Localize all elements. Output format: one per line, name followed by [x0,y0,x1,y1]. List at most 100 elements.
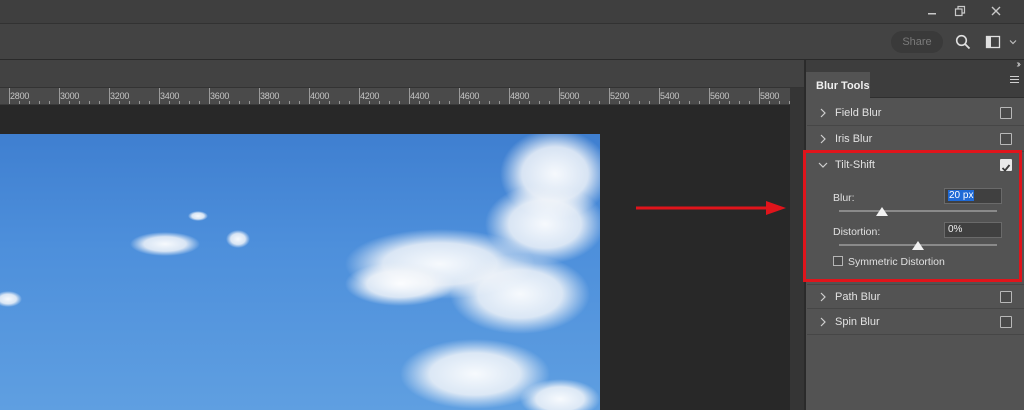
document-tab-strip [0,60,804,88]
ruler-minor-tick [649,101,650,104]
ruler-minor-tick [429,101,430,104]
ruler-minor-tick [299,101,300,104]
tab-blur-tools[interactable]: Blur Tools [806,72,870,99]
ruler-minor-tick [369,101,370,104]
path-blur-checkbox[interactable] [1000,291,1012,303]
ruler-minor-tick [289,101,290,104]
ruler-label: 3600 [210,91,230,101]
ruler-minor-tick [599,101,600,104]
ruler-minor-tick [249,101,250,104]
ruler-minor-tick [69,101,70,104]
ruler-label: 4000 [310,91,330,101]
ruler-minor-tick [629,101,630,104]
ruler-minor-tick [119,101,120,104]
close-icon[interactable] [978,0,1014,22]
ruler-minor-tick [639,101,640,104]
panel-menu-icon[interactable] [1010,76,1019,84]
section-iris-blur[interactable]: Iris Blur [807,127,1024,152]
ruler-minor-tick [399,101,400,104]
horizontal-ruler: 2800 3000 3200 3400 3600 3800 4000 4200 4400 4600… [0,88,800,105]
ruler-minor-tick [669,101,670,104]
ruler-minor-tick [549,101,550,104]
ruler-minor-tick [469,101,470,104]
chevron-right-icon[interactable] [819,108,827,118]
ruler-label: 5400 [660,91,680,101]
photoshop-window: Share 2800 3000 3200 3400 3600 3800 4000 4200 44… [0,0,1024,410]
ruler-minor-tick [269,101,270,104]
panel-tab-bar: Blur Tools [806,72,1024,99]
ruler-label: 5200 [610,91,630,101]
ruler-minor-tick [749,101,750,104]
share-button[interactable]: Share [891,31,943,53]
ruler-minor-tick [699,101,700,104]
section-label: Path Blur [835,291,881,303]
ruler-minor-tick [589,101,590,104]
sky-photo[interactable] [0,134,600,410]
search-icon[interactable] [953,32,973,52]
ruler-label: 4200 [360,91,380,101]
ruler-minor-tick [169,101,170,104]
ruler-minor-tick [719,101,720,104]
section-label: Field Blur [835,107,882,119]
iris-blur-checkbox[interactable] [1000,133,1012,145]
title-bar [0,0,1024,24]
ruler-minor-tick [179,101,180,104]
chevron-right-icon[interactable] [819,317,827,327]
ruler-minor-tick [379,101,380,104]
ruler-minor-tick [19,101,20,104]
ruler-minor-tick [99,101,100,104]
ruler-minor-tick [49,101,50,104]
ruler-minor-tick [29,101,30,104]
ruler-label: 3200 [110,91,130,101]
ruler-minor-tick [139,101,140,104]
ruler-minor-tick [279,101,280,104]
section-field-blur[interactable]: Field Blur [807,101,1024,126]
options-bar: Share [0,24,1024,60]
ruler-minor-tick [129,101,130,104]
ruler-label: 3800 [260,91,280,101]
ruler-label: 5000 [560,91,580,101]
ruler-minor-tick [499,101,500,104]
ruler-minor-tick [769,101,770,104]
field-blur-checkbox[interactable] [1000,107,1012,119]
vertical-scrollbar[interactable] [790,88,804,410]
ruler-minor-tick [439,101,440,104]
restore-icon[interactable] [942,0,978,22]
section-spin-blur[interactable]: Spin Blur [807,310,1024,335]
ruler-label: 3000 [60,91,80,101]
ruler-label: 5600 [710,91,730,101]
ruler-label: 4600 [460,91,480,101]
ruler-minor-tick [349,101,350,104]
annotation-highlight-box [803,150,1022,282]
ruler-minor-tick [529,101,530,104]
ruler-minor-tick [199,101,200,104]
ruler-minor-tick [229,101,230,104]
ruler-minor-tick [779,101,780,104]
chevron-right-icon[interactable] [819,134,827,144]
ruler-minor-tick [149,101,150,104]
chevron-down-icon[interactable] [1006,32,1020,52]
ruler-minor-tick [539,101,540,104]
spin-blur-checkbox[interactable] [1000,316,1012,328]
annotation-arrow [636,201,786,215]
ruler-minor-tick [679,101,680,104]
ruler-minor-tick [319,101,320,104]
ruler-label: 3400 [160,91,180,101]
ruler-minor-tick [489,101,490,104]
ruler-minor-tick [389,101,390,104]
ruler-minor-tick [189,101,190,104]
panel-collapse-icon[interactable]: ›› [1016,59,1020,70]
ruler-minor-tick [619,101,620,104]
ruler-label: 4400 [410,91,430,101]
ruler-minor-tick [449,101,450,104]
chevron-right-icon[interactable] [819,292,827,302]
section-label: Spin Blur [835,316,880,328]
ruler-minor-tick [329,101,330,104]
ruler-minor-tick [219,101,220,104]
ruler-minor-tick [579,101,580,104]
section-path-blur[interactable]: Path Blur [807,284,1024,309]
workspace-icon[interactable] [983,32,1003,52]
ruler-label: 2800 [10,91,30,101]
ruler-minor-tick [89,101,90,104]
ruler-minor-tick [339,101,340,104]
